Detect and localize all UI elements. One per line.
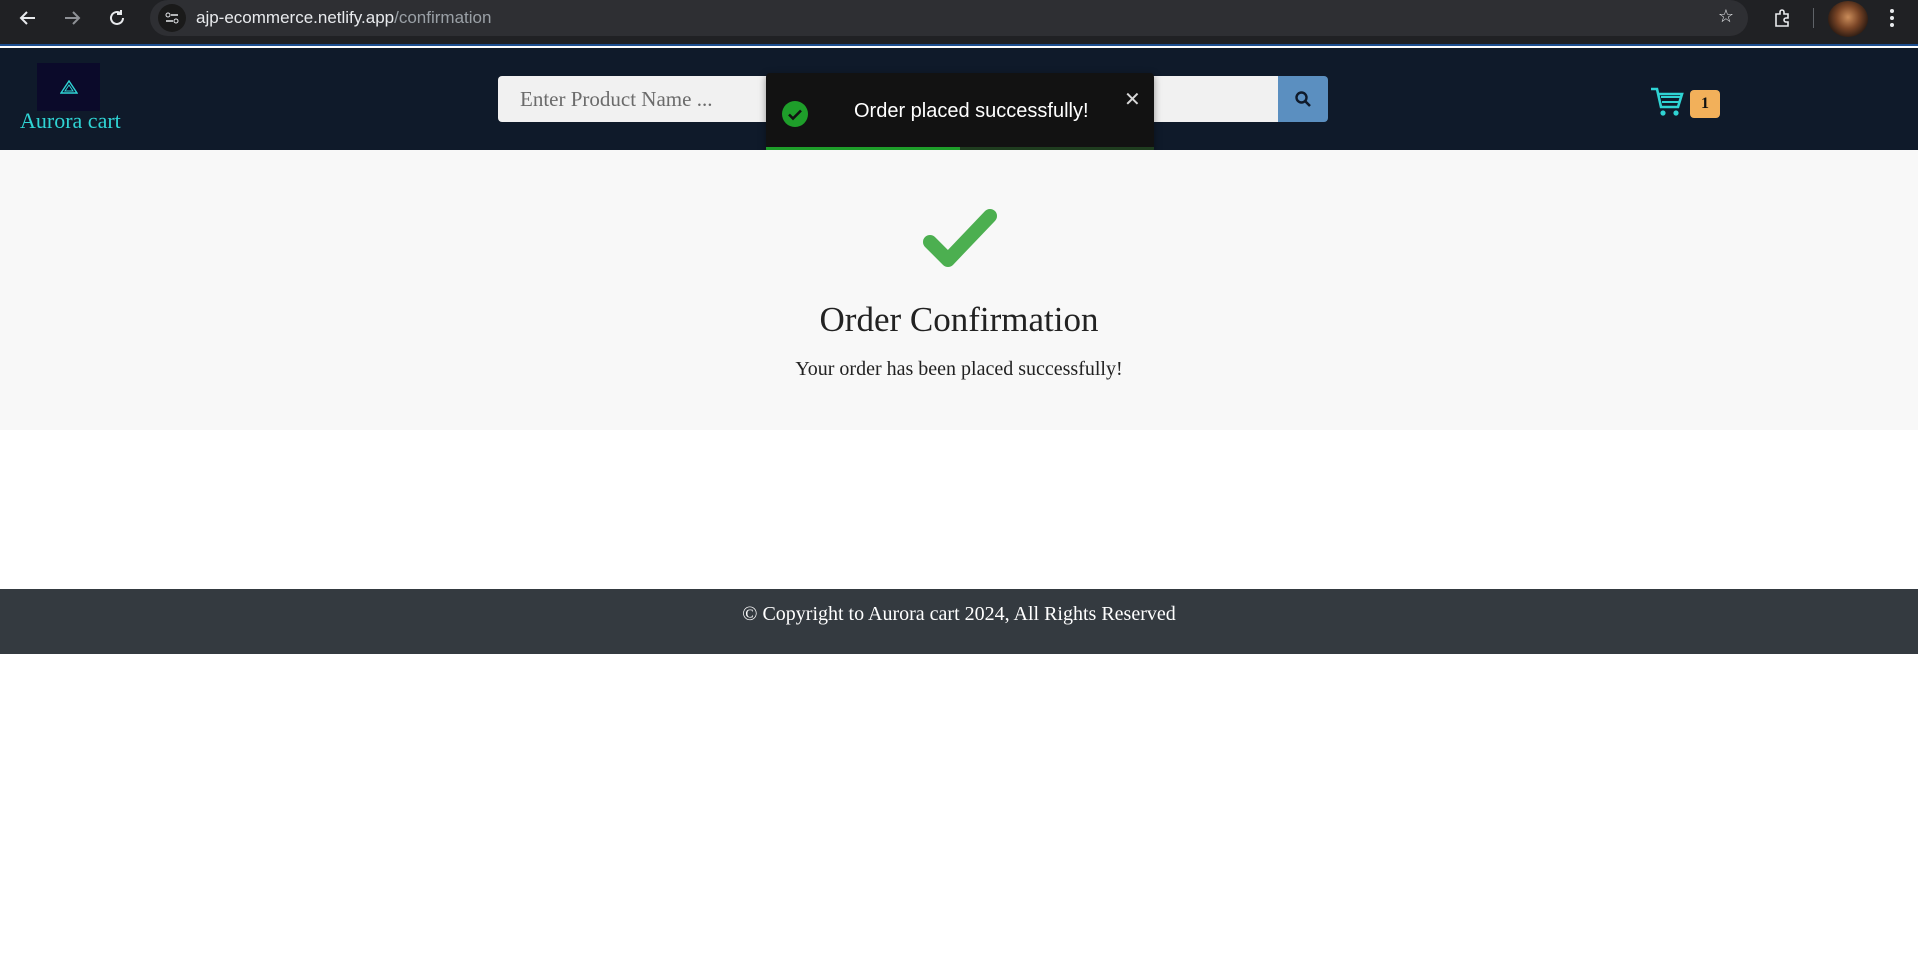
url-path: /confirmation	[394, 8, 492, 27]
toolbar-divider	[1813, 8, 1814, 28]
copyright-text: © Copyright to Aurora cart 2024, All Rig…	[742, 603, 1176, 625]
reload-icon[interactable]	[103, 4, 131, 32]
search-icon	[1295, 91, 1311, 107]
checkmark-icon	[923, 209, 997, 267]
forward-arrow-icon[interactable]	[58, 4, 86, 32]
confirmation-message: Your order has been placed successfully!	[795, 358, 1123, 380]
toast-message: Order placed successfully!	[854, 100, 1089, 122]
close-icon[interactable]: ✕	[1124, 87, 1141, 111]
footer: © Copyright to Aurora cart 2024, All Rig…	[0, 589, 1918, 654]
url-host: ajp-ecommerce.netlify.app	[196, 8, 395, 27]
menu-icon[interactable]	[1880, 4, 1904, 32]
site-info-icon[interactable]	[158, 4, 186, 32]
page-title: Order Confirmation	[819, 300, 1099, 339]
search-button[interactable]	[1278, 76, 1328, 122]
confirmation-panel: Order Confirmation Your order has been p…	[0, 150, 1918, 430]
browser-toolbar: ajp-ecommerce.netlify.app/confirmation ☆	[0, 0, 1918, 46]
logo[interactable]	[37, 63, 100, 111]
logo-icon	[59, 80, 78, 94]
address-bar[interactable]: ajp-ecommerce.netlify.app/confirmation ☆	[150, 0, 1748, 36]
cart-count-badge[interactable]: 1	[1690, 90, 1720, 118]
star-icon[interactable]: ☆	[1718, 6, 1734, 27]
back-arrow-icon[interactable]	[14, 4, 42, 32]
url-text[interactable]: ajp-ecommerce.netlify.app/confirmation	[196, 8, 491, 28]
cart-icon[interactable]	[1650, 86, 1684, 118]
toast-notification[interactable]: Order placed successfully! ✕	[766, 73, 1154, 153]
extensions-icon[interactable]	[1768, 4, 1796, 32]
avatar[interactable]	[1828, 1, 1868, 37]
brand-name[interactable]: Aurora cart	[20, 108, 121, 134]
success-check-icon	[782, 101, 808, 127]
